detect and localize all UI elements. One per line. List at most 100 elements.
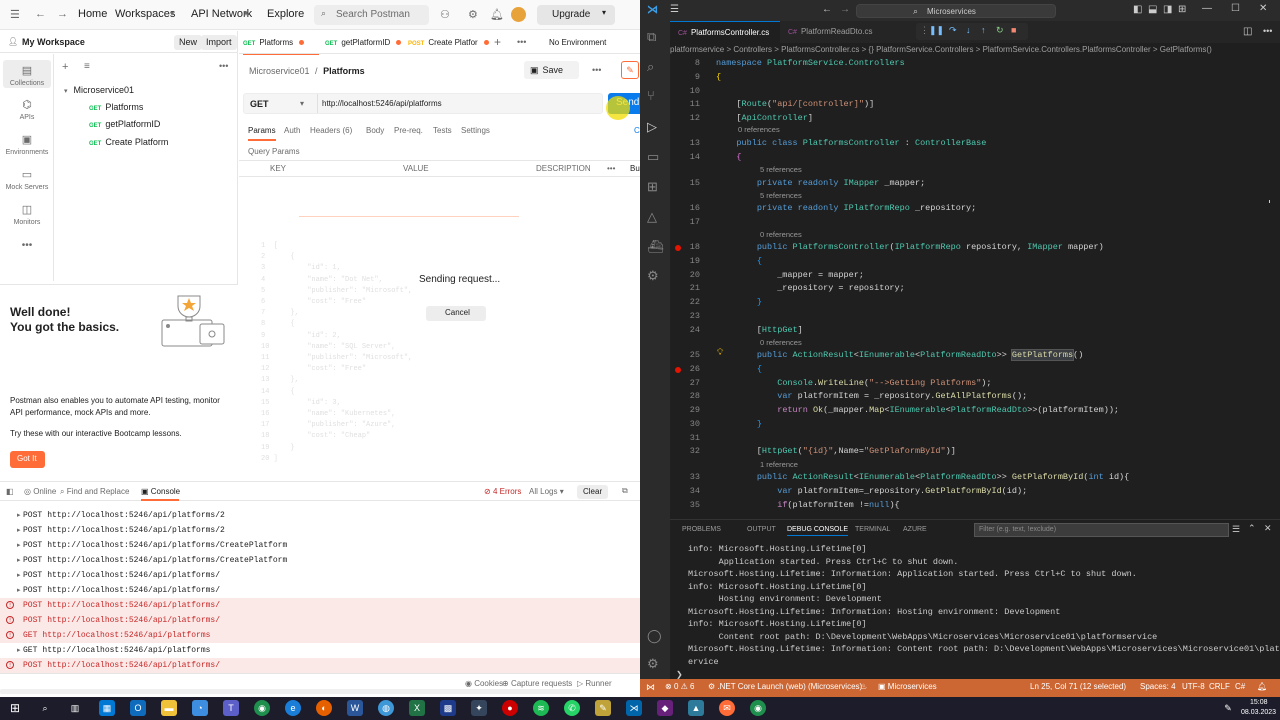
got-it-button[interactable]: Got It xyxy=(10,451,45,468)
prompt-chevron-icon[interactable]: ❯ xyxy=(676,670,683,679)
indentation[interactable]: Spaces: 4 xyxy=(1140,682,1176,691)
tab-azure[interactable]: AZURE xyxy=(903,526,927,533)
codelens-references[interactable]: 5 references xyxy=(760,191,802,200)
whatsapp-icon[interactable]: ✆ xyxy=(564,700,580,716)
tab-terminal[interactable]: TERMINAL xyxy=(855,526,890,533)
launch-config[interactable]: ⚙ .NET Core Launch (web) (Microservices) xyxy=(708,682,862,691)
tab-settings[interactable]: Settings xyxy=(461,126,490,135)
vpn-icon[interactable]: ▩ xyxy=(440,700,456,716)
console-log-row[interactable]: ▸ POST http://localhost:5246/api/platforms… xyxy=(0,568,640,583)
method-select[interactable]: GET xyxy=(250,99,269,109)
more-options-icon[interactable]: ••• xyxy=(607,164,615,173)
step-over-icon[interactable]: ↷ xyxy=(949,25,957,36)
maximize-icon[interactable]: ☐ xyxy=(1231,3,1240,14)
docker-icon[interactable]: ⛴ xyxy=(647,239,664,255)
cancel-button[interactable]: Cancel xyxy=(426,306,486,321)
back-icon[interactable]: ← xyxy=(822,4,832,15)
forward-icon[interactable]: → xyxy=(840,4,850,15)
bulk-edit-link[interactable]: Bu xyxy=(630,164,640,173)
save-button[interactable]: ▣ Save xyxy=(524,61,579,79)
firefox-icon[interactable]: ◐ xyxy=(316,700,332,716)
task-view-icon[interactable]: ▥ xyxy=(67,700,83,716)
word-icon[interactable]: W xyxy=(347,700,363,716)
errors-count[interactable]: ⊘ 4 Errors xyxy=(484,487,521,496)
layout-icon[interactable]: ⊞ xyxy=(1178,4,1186,15)
sidebar-item-environments[interactable]: ▣ Environments xyxy=(3,133,51,156)
import-button[interactable]: Import xyxy=(201,35,237,50)
language-mode[interactable]: C# xyxy=(1235,682,1245,691)
clear-console-icon[interactable]: ☰ xyxy=(1232,524,1240,535)
request-item[interactable]: GET getPlatformID xyxy=(89,119,160,129)
extensions-icon[interactable]: ⊞ xyxy=(647,179,658,195)
avatar[interactable] xyxy=(511,7,526,22)
tab-debug-console[interactable]: DEBUG CONSOLE xyxy=(787,526,849,536)
more-tabs-icon[interactable]: ••• xyxy=(517,37,526,47)
sidebar-item-mock-servers[interactable]: ▭ Mock Servers xyxy=(3,168,51,191)
collection-item[interactable]: ▾ Microservice01 xyxy=(64,85,134,95)
sidebar-item-apis[interactable]: ⌬ APIs xyxy=(3,98,51,121)
split-editor-icon[interactable]: ◫ xyxy=(1243,26,1252,37)
workspace-folder[interactable]: ▣ Microservices xyxy=(878,682,937,691)
horizontal-scrollbar[interactable] xyxy=(0,689,580,694)
breadcrumb-parent[interactable]: Microservice01 xyxy=(249,66,310,76)
command-center-search[interactable]: ⌕ Microservices xyxy=(856,4,1056,18)
request-item[interactable]: GET Create Platform xyxy=(89,137,168,147)
postman-taskbar-icon[interactable]: ✉ xyxy=(719,700,735,716)
tab-params[interactable]: Params xyxy=(248,126,276,141)
toggle-sidebar-icon[interactable]: ◧ xyxy=(1133,4,1142,15)
menu-icon[interactable]: ☰ xyxy=(670,4,679,15)
outlook-icon[interactable]: O xyxy=(130,700,146,716)
drag-handle-icon[interactable]: ⋮ xyxy=(920,25,929,36)
maximize-panel-icon[interactable]: ⌃ xyxy=(1248,523,1256,534)
step-out-icon[interactable]: ↑ xyxy=(981,25,986,35)
close-icon[interactable]: ✕ xyxy=(1259,3,1267,14)
teams-icon[interactable]: T xyxy=(223,700,239,716)
toggle-panel-icon[interactable]: ⬓ xyxy=(1148,4,1157,15)
cursor-position[interactable]: Ln 25, Col 71 (12 selected) xyxy=(1030,682,1126,691)
notification-bell-icon[interactable]: 🔔︎ xyxy=(490,8,504,21)
code-editor[interactable]: 8 namespace PlatformService.Controllers 9… xyxy=(670,57,1270,519)
find-replace-button[interactable]: ⌕ Find and Replace xyxy=(60,487,129,497)
tab-problems[interactable]: PROBLEMS xyxy=(682,526,721,533)
app-icon[interactable]: ✦ xyxy=(471,700,487,716)
search-input[interactable]: ⌕ Search Postman xyxy=(314,5,429,25)
tab-create-platform[interactable]: POST Create Platfor xyxy=(408,38,489,47)
runner-button[interactable]: ▷ Runner xyxy=(577,679,612,688)
stop-icon[interactable]: ■ xyxy=(1011,25,1016,35)
nav-api-network[interactable]: API Network xyxy=(191,8,252,20)
line-endings[interactable]: CRLF xyxy=(1209,682,1230,691)
chrome-icon[interactable]: ◉ xyxy=(254,700,270,716)
step-into-icon[interactable]: ↓ xyxy=(966,25,971,35)
breadcrumb[interactable]: platformservice > Controllers > Platform… xyxy=(670,43,1280,57)
pen-icon[interactable]: ✎ xyxy=(1220,700,1236,716)
more-options-icon[interactable]: ••• xyxy=(592,65,601,75)
file-explorer-icon[interactable]: ▬ xyxy=(161,700,177,716)
log-level-select[interactable]: All Logs ▾ xyxy=(529,487,564,496)
tab-platformreaddto[interactable]: C# PlatformReadDto.cs xyxy=(780,21,880,43)
search-icon[interactable]: ⌕ xyxy=(37,700,53,716)
codelens-references[interactable]: 0 references xyxy=(738,125,780,134)
minimize-icon[interactable]: — xyxy=(1202,3,1212,14)
forward-icon[interactable]: → xyxy=(57,8,68,20)
vscode-taskbar-icon[interactable]: ⋊ xyxy=(626,700,642,716)
edge-icon[interactable]: e xyxy=(285,700,301,716)
manage-gear-icon[interactable]: ⚙ xyxy=(647,656,659,672)
flame-icon[interactable]: ♨ xyxy=(860,682,867,691)
tab-output[interactable]: OUTPUT xyxy=(747,526,776,533)
source-control-icon[interactable]: ⑂ xyxy=(647,88,655,103)
excel-icon[interactable]: X xyxy=(409,700,425,716)
codelens-references[interactable]: 0 references xyxy=(760,230,802,239)
restart-icon[interactable]: ↻ xyxy=(996,25,1004,36)
visual-studio-icon[interactable]: ◆ xyxy=(657,700,673,716)
console-log-row[interactable]: ! POST http://localhost:5246/api/platforms… xyxy=(0,613,640,628)
nav-home[interactable]: Home xyxy=(78,8,107,20)
codelens-references[interactable]: 5 references xyxy=(760,165,802,174)
notes-icon[interactable]: ✎ xyxy=(595,700,611,716)
azure-data-studio-icon[interactable]: ▲ xyxy=(688,700,704,716)
clock-date[interactable]: 08.03.2023 xyxy=(1241,709,1276,716)
tab-headers[interactable]: Headers (6) xyxy=(310,126,352,135)
tab-getplatformid[interactable]: GET getPlatformID xyxy=(325,38,402,47)
console-log-row[interactable]: ▸ GET http://localhost:5246/api/platforms xyxy=(0,643,640,658)
remote-explorer-icon[interactable]: ▭ xyxy=(647,149,659,165)
tab-auth[interactable]: Auth xyxy=(284,126,300,135)
